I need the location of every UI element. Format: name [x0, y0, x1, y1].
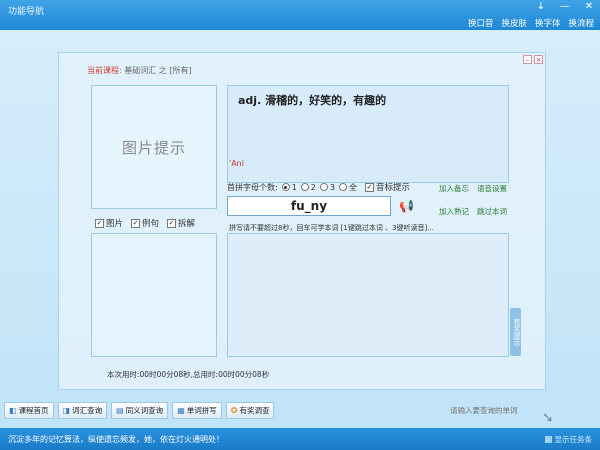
prize-icon: ✪: [230, 406, 238, 415]
minimize-icon[interactable]: —: [560, 2, 570, 12]
option-example-label: 例句: [142, 219, 160, 229]
panel-controls: – ×: [523, 55, 543, 64]
sound-hint-label: 音标提示: [375, 183, 410, 193]
radio-icon[interactable]: [281, 183, 290, 191]
study-panel: – × 当前课程: 基础词汇 之 [所有] 图片提示 ✓ 图片 ✓ 例句 ✓ 拆…: [58, 52, 546, 390]
synonym-icon: ▤: [116, 406, 124, 415]
checkbox-icon[interactable]: ✓: [364, 182, 374, 192]
hint-count-3[interactable]: 3: [319, 182, 335, 192]
status-slogan: 沉淀多年的记忆算法，纵使遗忘频发，她，依在灯火通明处！: [8, 435, 224, 444]
speaker-icon[interactable]: 📢: [399, 199, 414, 213]
hint-count-2-label: 2: [310, 182, 316, 192]
synonym-lookup-label: 同义词查询: [125, 406, 164, 415]
menu-change-accent[interactable]: 换口音: [468, 17, 494, 29]
phonetic-text: 'Ani: [229, 159, 244, 168]
word-search-input[interactable]: [450, 403, 550, 418]
window-controls: ↓ — ✕: [536, 2, 594, 12]
bottom-toolbar: ◧ 课程首页 ◨ 词汇查询 ▤ 同义词查询 ▦ 单词拼写 ✪ 有奖调查: [4, 402, 275, 420]
word-spelling-button[interactable]: ▦ 单词拼写: [172, 402, 222, 419]
app-title: 功能导航: [8, 7, 45, 17]
meaning-box: adj. 滑稽的，好笑的，有趣的: [227, 85, 509, 183]
checkbox-icon[interactable]: ✓: [95, 218, 104, 228]
panel-close-icon[interactable]: ×: [534, 55, 543, 64]
menu-change-font[interactable]: 换字体: [535, 17, 561, 29]
skip-word-link[interactable]: 跳过本词: [477, 206, 513, 217]
reward-hint-tab[interactable]: 有奖提示: [510, 308, 521, 356]
spell-icon: ▦: [177, 406, 185, 415]
answer-box: [227, 233, 509, 357]
hint-count-3-label: 3: [329, 182, 335, 192]
search-cursor-icon[interactable]: ➘: [542, 410, 554, 426]
radio-icon[interactable]: [338, 183, 347, 191]
hint-count-all-label: 全: [348, 182, 357, 192]
option-breakdown[interactable]: ✓ 拆解: [167, 217, 195, 229]
word-meaning: adj. 滑稽的，好笑的，有趣的: [238, 94, 387, 107]
option-example[interactable]: ✓ 例句: [131, 217, 159, 229]
display-options: ✓ 图片 ✓ 例句 ✓ 拆解: [95, 217, 195, 229]
option-image-label: 图片: [106, 219, 124, 229]
panel-minimize-icon[interactable]: –: [523, 55, 532, 64]
synonym-lookup-button[interactable]: ▤ 同义词查询: [111, 402, 169, 419]
sound-hint-option[interactable]: ✓ 音标提示: [364, 181, 410, 193]
course-value: 基础词汇 之 [所有]: [124, 66, 192, 75]
prize-survey-label: 有奖调查: [239, 406, 270, 415]
taskbar-label: 显示任务条: [554, 435, 593, 444]
close-icon[interactable]: ✕: [584, 2, 594, 12]
spelling-tip: 拼写请不要超过8秒，回车可学本词 [1键跳过本词 、3键听读音]...: [229, 224, 434, 232]
voice-settings-link[interactable]: 语音设置: [477, 183, 513, 194]
radio-icon[interactable]: [300, 183, 309, 191]
spelling-input[interactable]: [227, 196, 391, 216]
course-home-label: 课程首页: [18, 406, 49, 415]
hint-count-1[interactable]: 1: [281, 182, 297, 192]
add-memo-link[interactable]: 加入备忘: [439, 183, 475, 194]
radio-icon[interactable]: [319, 183, 328, 191]
taskbar-icon: [544, 436, 552, 443]
show-taskbar-toggle[interactable]: 显示任务条: [544, 434, 593, 445]
pin-icon[interactable]: ↓: [536, 2, 546, 12]
status-bar: 沉淀多年的记忆算法，纵使遗忘频发，她，依在灯火通明处！ 显示任务条: [0, 428, 600, 450]
title-bar: 功能导航 ↓ — ✕ 换口音 换皮肤 换字体 换流程: [0, 0, 600, 30]
image-hint-text: 图片提示: [121, 138, 186, 157]
side-links: 加入备忘 语音设置 加入熟记 跳过本词: [439, 183, 513, 217]
hint-count-2[interactable]: 2: [300, 182, 316, 192]
hint-count-label: 首拼字母个数:: [227, 182, 278, 192]
word-lookup-button[interactable]: ◨ 词汇查询: [57, 402, 108, 419]
hint-count-1-label: 1: [291, 182, 297, 192]
menu-change-skin[interactable]: 换皮肤: [501, 17, 527, 29]
word-lookup-label: 词汇查询: [72, 406, 103, 415]
hint-count-all[interactable]: 全: [338, 182, 357, 193]
course-label: 当前课程:: [87, 66, 122, 75]
book-search-icon: ◨: [62, 406, 71, 415]
add-familiar-link[interactable]: 加入熟记: [439, 206, 475, 217]
course-home-button[interactable]: ◧ 课程首页: [4, 402, 54, 419]
option-image[interactable]: ✓ 图片: [95, 217, 123, 229]
word-spelling-label: 单词拼写: [186, 406, 217, 415]
image-hint-box: 图片提示: [91, 85, 217, 209]
home-icon: ◧: [9, 406, 17, 415]
checkbox-icon[interactable]: ✓: [167, 218, 177, 228]
prize-survey-button[interactable]: ✪ 有奖调查: [225, 402, 275, 419]
checkbox-icon[interactable]: ✓: [131, 218, 141, 228]
time-elapsed: 本次用时:00时00分08秒,总用时:00时00分08秒: [107, 370, 270, 379]
hint-count-row: 首拼字母个数: 1 2 3 全 ✓ 音标提示: [227, 181, 410, 193]
top-menu: 换口音 换皮肤 换字体 换流程: [468, 17, 594, 29]
example-box: [91, 233, 217, 357]
option-breakdown-label: 拆解: [178, 219, 196, 229]
current-course: 当前课程: 基础词汇 之 [所有]: [87, 65, 192, 76]
menu-change-flow[interactable]: 换流程: [568, 17, 594, 29]
